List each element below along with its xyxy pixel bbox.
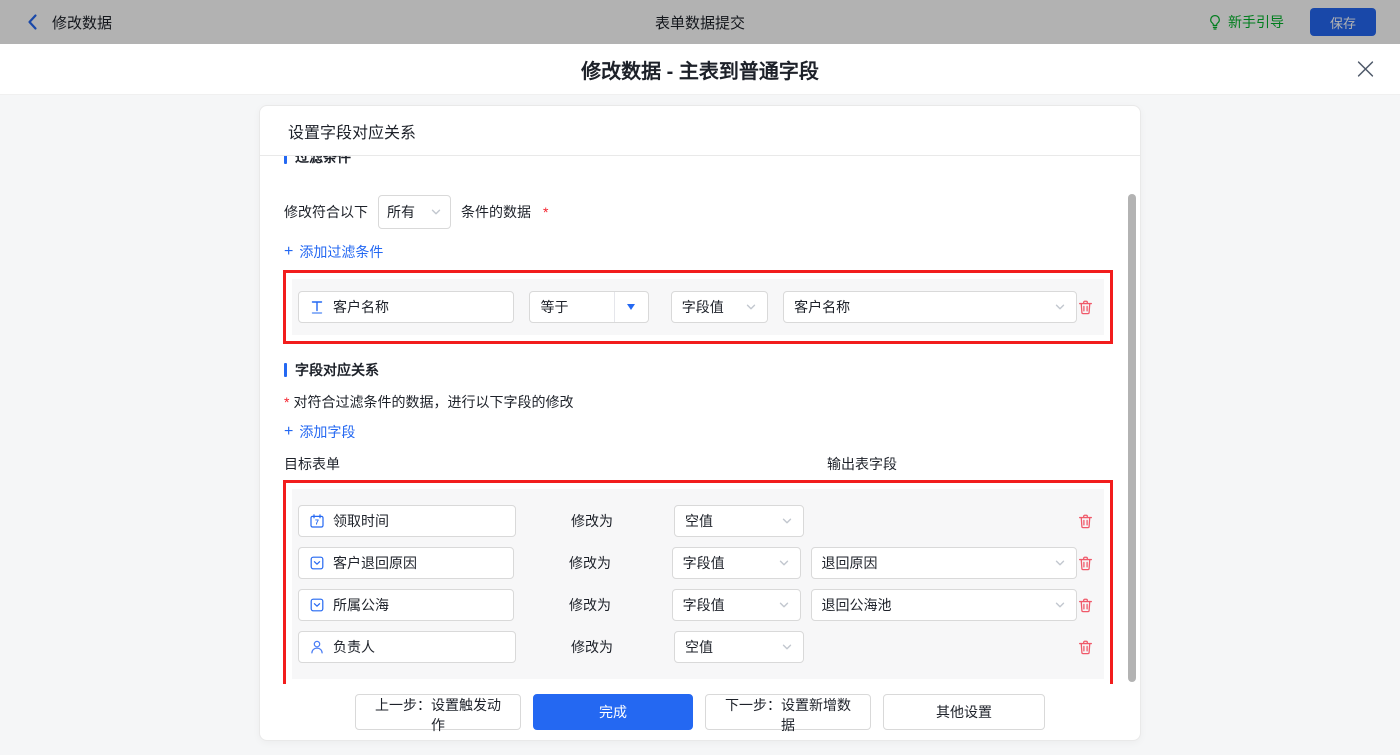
modal-header: 修改数据 - 主表到普通字段 bbox=[0, 44, 1400, 95]
chevron-down-icon bbox=[779, 560, 788, 566]
chevron-down-icon bbox=[779, 602, 788, 608]
filter-valuetype-select[interactable]: 字段值 bbox=[670, 291, 769, 323]
chevron-down-icon bbox=[1055, 560, 1065, 566]
operator-caret[interactable] bbox=[613, 292, 648, 322]
match-type-select[interactable]: 所有 bbox=[378, 195, 451, 229]
match-suffix: 条件的数据 bbox=[461, 204, 531, 220]
topbar-title: 表单数据提交 bbox=[654, 14, 745, 32]
topbar: 修改数据 表单数据提交 新手引导 保存 bbox=[0, 0, 1400, 44]
modify-mode-select[interactable]: 字段值 bbox=[671, 589, 801, 621]
save-button[interactable]: 保存 bbox=[1310, 8, 1376, 36]
required-mark: * bbox=[543, 204, 549, 220]
mapping-row: 所属公海 修改为 字段值 退回公海池 bbox=[298, 589, 1098, 621]
mapping-row: 客户退回原因 修改为 字段值 退回原因 bbox=[298, 547, 1098, 579]
output-field-select[interactable]: 退回原因 bbox=[810, 547, 1078, 579]
modify-mode-select[interactable]: 空值 bbox=[674, 631, 804, 663]
delete-field-icon[interactable] bbox=[1077, 513, 1094, 530]
add-field-link[interactable]: + 添加字段 bbox=[284, 422, 1114, 442]
plus-icon: + bbox=[284, 243, 294, 260]
delete-field-icon[interactable] bbox=[1077, 639, 1094, 656]
text-field-icon bbox=[311, 301, 323, 314]
svg-text:7: 7 bbox=[315, 520, 319, 527]
col-target-label: 目标表单 bbox=[284, 456, 340, 472]
guide-label: 新手引导 bbox=[1228, 14, 1284, 30]
close-icon[interactable] bbox=[1357, 61, 1374, 78]
chevron-down-icon bbox=[1055, 602, 1065, 608]
scrollbar-thumb[interactable] bbox=[1128, 194, 1136, 682]
output-field-select[interactable]: 退回公海池 bbox=[810, 589, 1078, 621]
mapping-column-headers: 目标表单 输出表字段 bbox=[284, 454, 1114, 474]
match-prefix: 修改符合以下 bbox=[284, 204, 368, 220]
section-bar bbox=[284, 156, 287, 164]
chevron-down-icon bbox=[746, 304, 756, 310]
chevron-down-icon bbox=[782, 644, 792, 650]
filter-operator-select[interactable]: 等于 bbox=[529, 291, 649, 323]
filter-match-row: 修改符合以下 所有 条件的数据 * bbox=[284, 195, 1114, 229]
chevron-down-icon bbox=[1055, 304, 1065, 310]
panel-content: 过滤条件 修改符合以下 所有 条件的数据 * + 添加过滤条件 客户名称 等于 … bbox=[260, 156, 1140, 684]
select-field-icon bbox=[310, 598, 324, 612]
target-field-input[interactable]: 7 领取时间 bbox=[298, 505, 516, 537]
filter-highlight-box: 客户名称 等于 字段值 客户名称 bbox=[283, 270, 1113, 344]
settings-panel: 设置字段对应关系 过滤条件 修改符合以下 所有 条件的数据 * + 添加过滤条件 bbox=[259, 105, 1141, 741]
modal-body: 设置字段对应关系 过滤条件 修改符合以下 所有 条件的数据 * + 添加过滤条件 bbox=[0, 95, 1400, 755]
other-settings-button[interactable]: 其他设置 bbox=[883, 694, 1045, 730]
guide-link[interactable]: 新手引导 bbox=[1207, 12, 1284, 32]
done-button[interactable]: 完成 bbox=[533, 694, 693, 730]
panel-title: 设置字段对应关系 bbox=[260, 106, 1140, 156]
mapping-row: 负责人 修改为 空值 bbox=[298, 631, 1098, 663]
delete-filter-icon[interactable] bbox=[1077, 299, 1094, 316]
filter-value-select[interactable]: 客户名称 bbox=[783, 291, 1077, 323]
prev-step-button[interactable]: 上一步：设置触发动作 bbox=[355, 694, 521, 733]
mapping-section-title: 字段对应关系 bbox=[284, 360, 1114, 380]
chevron-down-icon bbox=[431, 209, 441, 215]
filter-field-input[interactable]: 客户名称 bbox=[298, 291, 515, 323]
filter-section-title: 过滤条件 bbox=[284, 156, 1114, 167]
select-field-icon bbox=[310, 556, 324, 570]
section-bar bbox=[284, 363, 287, 377]
panel-footer: 上一步：设置触发动作 完成 下一步：设置新增数据 其他设置 bbox=[260, 684, 1140, 740]
target-field-input[interactable]: 负责人 bbox=[298, 631, 516, 663]
next-step-button[interactable]: 下一步：设置新增数据 bbox=[705, 694, 871, 733]
bulb-icon bbox=[1210, 14, 1220, 30]
caret-down-icon bbox=[627, 304, 636, 310]
delete-field-icon[interactable] bbox=[1077, 597, 1094, 614]
filter-row: 客户名称 等于 字段值 客户名称 bbox=[298, 291, 1098, 323]
calendar-icon: 7 bbox=[310, 514, 324, 528]
modify-mode-select[interactable]: 字段值 bbox=[671, 547, 801, 579]
add-filter-link[interactable]: + 添加过滤条件 bbox=[284, 242, 1114, 262]
chevron-down-icon bbox=[782, 518, 792, 524]
delete-field-icon[interactable] bbox=[1077, 555, 1094, 572]
plus-icon: + bbox=[284, 423, 294, 440]
modify-mode-select[interactable]: 空值 bbox=[674, 505, 804, 537]
mapping-row: 7 领取时间 修改为 空值 bbox=[298, 505, 1098, 537]
mapping-highlight-box: 7 领取时间 修改为 空值 客户退回原因 修改为 字段值 退回原因 所属公海 修… bbox=[283, 480, 1113, 684]
mapping-description: * 对符合过滤条件的数据，进行以下字段的修改 bbox=[284, 394, 574, 410]
target-field-input[interactable]: 客户退回原因 bbox=[298, 547, 515, 579]
col-output-label: 输出表字段 bbox=[827, 456, 897, 472]
person-icon bbox=[311, 640, 323, 654]
modal-title: 修改数据 - 主表到普通字段 bbox=[581, 60, 819, 83]
target-field-input[interactable]: 所属公海 bbox=[298, 589, 515, 621]
